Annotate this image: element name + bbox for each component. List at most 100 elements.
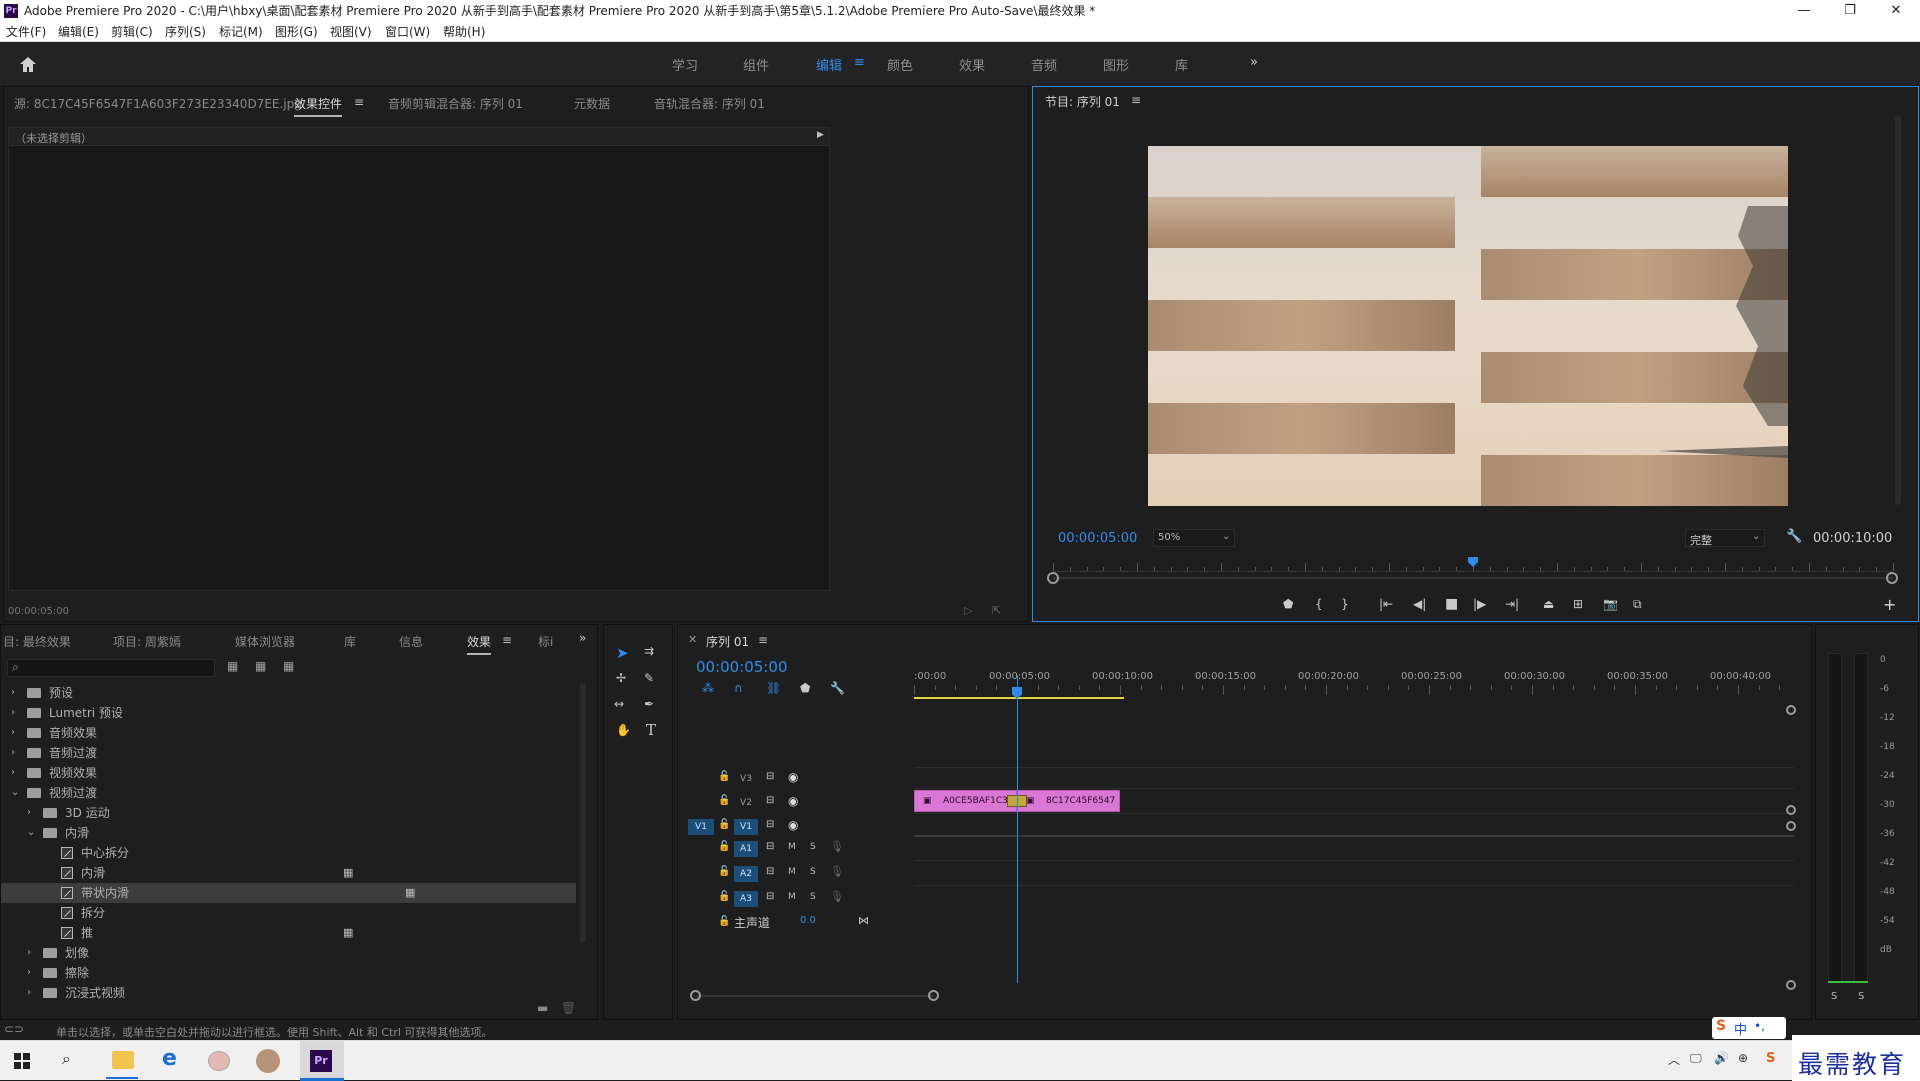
ime-tray-icon[interactable]: ⊕ (1738, 1051, 1748, 1065)
vertical-zoom-handle[interactable] (1786, 821, 1796, 831)
edge-icon[interactable]: e (162, 1046, 177, 1071)
track-label[interactable]: A3 (734, 891, 758, 907)
hand-tool-icon[interactable]: ✋ (616, 723, 631, 737)
tab-audio-clip-mixer[interactable]: 音频剪辑混合器: 序列 01 (388, 95, 523, 112)
minimize-icon[interactable]: — (1781, 0, 1827, 22)
tab-libraries[interactable]: 库 (344, 633, 356, 650)
source-patch-v1[interactable]: V1 (688, 819, 714, 835)
tab-effects[interactable]: 效果 (467, 633, 492, 655)
go-to-out-icon[interactable]: ⇥| (1505, 597, 1519, 611)
effects-folder[interactable]: › 擦除 (1, 963, 576, 983)
chevron-right-icon[interactable]: › (11, 743, 15, 763)
monitor-scrollbar[interactable] (1895, 115, 1901, 505)
workspace-effects[interactable]: 效果 (959, 55, 985, 74)
panel-overflow-icon[interactable]: » (579, 631, 586, 645)
work-area-bar[interactable] (914, 697, 1124, 699)
step-back-icon[interactable]: ◀| (1413, 597, 1426, 611)
vertical-zoom-handle[interactable] (1786, 805, 1796, 815)
eye-icon[interactable]: ◉ (788, 818, 798, 832)
mute-button[interactable]: M (788, 867, 796, 877)
slip-tool-icon[interactable]: ↔ (614, 697, 624, 711)
track-label[interactable]: A2 (734, 866, 758, 882)
lock-icon[interactable]: 🔓 (718, 916, 730, 927)
ripple-edit-tool-icon[interactable]: ✢ (616, 671, 626, 685)
menu-clip[interactable]: 剪辑(C) (111, 22, 153, 42)
effects-search-input[interactable]: ⌕ (7, 659, 215, 677)
chevron-right-icon[interactable]: › (27, 963, 31, 983)
type-tool-icon[interactable]: T (646, 721, 656, 739)
expand-arrow-icon[interactable]: ▶ (817, 130, 824, 140)
new-bin-icon[interactable]: ▬ (537, 1001, 548, 1015)
settings-wrench-icon[interactable]: 🔧 (1786, 529, 1802, 544)
tab-info[interactable]: 信息 (399, 633, 423, 650)
effect-item[interactable]: 内滑 ▦ (1, 863, 576, 883)
stop-icon[interactable]: ■ (1445, 596, 1458, 612)
effects-folder[interactable]: ⌄ 视频过渡 (1, 783, 576, 803)
tab-project-zhou[interactable]: 项目: 周紫嫣 (113, 633, 181, 650)
workspace-assembly[interactable]: 组件 (743, 55, 769, 74)
effects-folder[interactable]: › 视频效果 (1, 763, 576, 783)
windows-start-icon[interactable] (14, 1053, 30, 1069)
workspace-audio[interactable]: 音频 (1031, 55, 1057, 74)
effect-item[interactable]: 中心拆分 (1, 843, 576, 863)
sync-lock-icon[interactable]: ⊟ (766, 866, 774, 877)
workspace-editing[interactable]: 编辑 (816, 55, 842, 74)
32bit-effects-icon[interactable]: ▦ (255, 659, 266, 673)
chevron-right-icon[interactable]: › (11, 703, 15, 723)
menu-sequence[interactable]: 序列(S) (165, 22, 206, 42)
pen-tool-icon[interactable]: ✒ (644, 697, 654, 711)
solo-button[interactable]: S (810, 842, 816, 852)
tab-media-browser[interactable]: 媒体浏览器 (235, 633, 295, 650)
marker-icon[interactable]: ⬟ (1283, 597, 1293, 611)
tab-source[interactable]: 源: 8C17C45F6547F1A603F273E23340D7EE.jpg (14, 95, 302, 112)
sync-lock-icon[interactable]: ⊟ (766, 795, 774, 806)
mark-in-icon[interactable]: { (1315, 597, 1323, 611)
sync-lock-icon[interactable]: ⊟ (766, 841, 774, 852)
extract-icon[interactable]: ⊞ (1573, 597, 1583, 611)
snap-icon[interactable]: ∩ (734, 681, 743, 695)
premiere-taskbar-button[interactable]: Pr (300, 1041, 344, 1081)
lock-icon[interactable]: 🔓 (718, 795, 730, 806)
effects-folder[interactable]: › 音频效果 (1, 723, 576, 743)
sogou-tray-icon[interactable]: S (1766, 1051, 1775, 1066)
go-to-in-icon[interactable]: |⇤ (1379, 597, 1393, 611)
menu-marker[interactable]: 标记(M) (219, 22, 263, 42)
accelerated-effects-icon[interactable]: ▦ (227, 659, 238, 673)
mute-button[interactable]: M (788, 892, 796, 902)
effects-menu-icon[interactable]: ≡ (502, 633, 512, 647)
razor-tool-icon[interactable]: ✎ (644, 671, 654, 685)
workspace-graphics[interactable]: 图形 (1103, 55, 1129, 74)
effects-folder[interactable]: › 3D 运动 (1, 803, 576, 823)
vertical-zoom-handle[interactable] (1786, 980, 1796, 990)
lock-icon[interactable]: 🔓 (718, 841, 730, 852)
microphone-icon[interactable]: 🎙 (830, 865, 844, 878)
effects-folder[interactable]: › 沉浸式视频 (1, 983, 576, 1003)
zoom-select[interactable]: 50% ⌄ (1153, 529, 1235, 547)
timeline-settings-icon[interactable]: 🔧 (830, 681, 845, 695)
timeline-menu-icon[interactable]: ≡ (758, 633, 768, 647)
zoom-handle-left[interactable] (1047, 572, 1059, 584)
close-icon[interactable]: ✕ (1873, 0, 1919, 22)
lock-icon[interactable]: 🔓 (718, 891, 730, 902)
track-select-tool-icon[interactable]: ⇉ (644, 644, 654, 658)
timeline-timecode[interactable]: 00:00:05:00 (696, 658, 788, 676)
chevron-right-icon[interactable]: › (27, 943, 31, 963)
app-icon[interactable] (208, 1051, 230, 1071)
zoom-handle-right[interactable] (1886, 572, 1898, 584)
lock-icon[interactable]: 🔓 (718, 771, 730, 782)
delete-icon[interactable]: 🗑 (561, 1001, 576, 1015)
master-volume-value[interactable]: 0.0 (800, 915, 816, 926)
yuv-effects-icon[interactable]: ▦ (283, 659, 294, 673)
search-icon[interactable]: ⌕ (62, 1049, 71, 1069)
chevron-right-icon[interactable]: › (11, 723, 15, 743)
chevron-right-icon[interactable]: › (27, 983, 31, 1003)
volume-icon[interactable]: 🔊 (1714, 1051, 1729, 1065)
export-icon[interactable]: ⇱ (992, 604, 1001, 617)
menu-edit[interactable]: 编辑(E) (58, 22, 99, 42)
home-icon[interactable] (18, 55, 38, 73)
workspace-libraries[interactable]: 库 (1175, 55, 1188, 74)
sync-lock-icon[interactable]: ⊟ (766, 891, 774, 902)
nest-icon[interactable]: ⁂ (702, 681, 714, 695)
workspace-menu-icon[interactable]: ≡ (854, 55, 865, 70)
compare-icon[interactable]: ⧉ (1633, 597, 1642, 612)
